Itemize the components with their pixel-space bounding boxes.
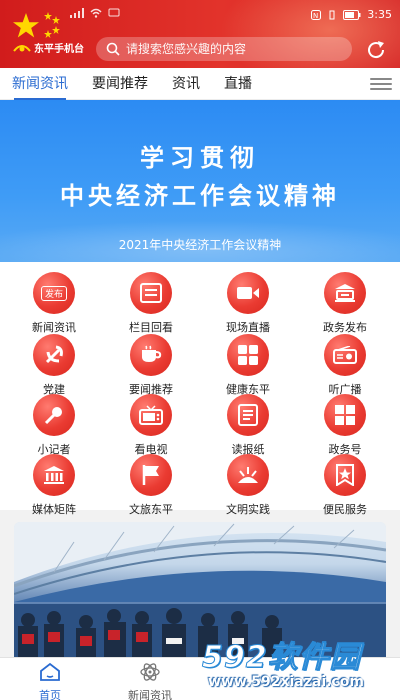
atom-icon [140, 663, 160, 681]
search-input[interactable] [126, 42, 346, 56]
status-time: 3:35 [367, 8, 392, 21]
flag-icon [130, 454, 172, 496]
hero-banner[interactable]: 学习贯彻 中央经济工作会议精神 2021年中央经济工作会议精神 [0, 100, 400, 262]
grid-item-culture-tourism[interactable]: 文旅东平 [111, 450, 191, 516]
nav-home-label: 首页 [39, 689, 61, 700]
wifi-icon [90, 8, 102, 18]
apps-grid-icon [324, 394, 366, 436]
logo-text: 东平手机台 [34, 44, 84, 55]
status-left-icons [70, 8, 120, 18]
grid-item-label: 便民服务 [323, 503, 367, 516]
tv-icon [130, 394, 172, 436]
refresh-icon[interactable] [364, 38, 388, 62]
publish-tag-icon: 发布 [33, 272, 75, 314]
grid-item-civilization[interactable]: 文明实践 [208, 450, 288, 516]
newspaper-icon [227, 394, 269, 436]
vibrate-icon [329, 10, 335, 19]
nav-home[interactable]: 首页 [10, 662, 90, 700]
svg-text:N: N [313, 12, 318, 20]
tab-headlines[interactable]: 要闻推荐 [80, 68, 160, 100]
tab-news[interactable]: 新闻资讯 [0, 68, 80, 100]
column-list-icon [130, 272, 172, 314]
radio-icon [324, 334, 366, 376]
app-screen: N 3:35 东平手机台 新闻资讯 [0, 0, 400, 700]
stadium-roof-image [14, 522, 386, 602]
message-icon [108, 8, 120, 17]
sunburst-icon [227, 454, 269, 496]
grid-item-news[interactable]: 发布 新闻资讯 [14, 268, 94, 334]
government-building-icon [324, 272, 366, 314]
banner-title-line2: 中央经济工作会议精神 [60, 182, 340, 210]
nav-news-label: 新闻资讯 [128, 689, 172, 700]
status-right: N 3:35 [311, 8, 392, 21]
grid-item-gov-account[interactable]: 政务号 [305, 390, 385, 456]
grid-item-label: 媒体矩阵 [32, 503, 76, 516]
star-badge-icon [324, 454, 366, 496]
microphone-icon [33, 394, 75, 436]
grid-item-live[interactable]: 现场直播 [208, 268, 288, 334]
cup-icon [130, 334, 172, 376]
grid-item-headlines[interactable]: 要闻推荐 [111, 330, 191, 396]
category-tabs: 新闻资讯 要闻推荐 资讯 直播 [0, 68, 400, 100]
search-icon [106, 42, 120, 56]
signal-icon [70, 8, 84, 18]
video-camera-icon [227, 272, 269, 314]
tab-live[interactable]: 直播 [212, 68, 264, 100]
grid-item-label: 文明实践 [226, 503, 270, 516]
grid-item-party[interactable]: 党建 [14, 330, 94, 396]
institution-icon [33, 454, 75, 496]
grid-item-media-matrix[interactable]: 媒体矩阵 [14, 450, 94, 516]
app-logo: 东平手机台 [12, 40, 84, 55]
grid-item-gov-release[interactable]: 政务发布 [305, 268, 385, 334]
grid-item-health[interactable]: 健康东平 [208, 330, 288, 396]
banner-caption: 2021年中央经济工作会议精神 [118, 238, 282, 252]
grid-item-reporter[interactable]: 小记者 [14, 390, 94, 456]
grid-item-tv[interactable]: 看电视 [111, 390, 191, 456]
feature-grid: 发布 新闻资讯 栏目回看 现场直播 政务发布 党建 要闻推荐 健康东平 听广播 … [0, 262, 400, 516]
big-star-icon [13, 13, 39, 38]
grid-item-newspaper[interactable]: 读报纸 [208, 390, 288, 456]
grid-item-radio[interactable]: 听广播 [305, 330, 385, 396]
site-watermark: 592软件园 www.592xiazai.com [196, 632, 396, 694]
grid-item-convenience[interactable]: 便民服务 [305, 450, 385, 516]
party-emblem-icon [33, 334, 75, 376]
hamburger-menu-icon[interactable] [370, 75, 392, 93]
logo-mark-icon [13, 44, 31, 52]
home-icon [40, 662, 60, 681]
tab-info[interactable]: 资讯 [160, 68, 212, 100]
grid-item-label: 文旅东平 [129, 503, 173, 516]
nfc-icon: N [311, 9, 322, 20]
health-grid-icon [227, 334, 269, 376]
grid-item-column-review[interactable]: 栏目回看 [111, 268, 191, 334]
publish-tag-text: 发布 [40, 285, 67, 301]
battery-icon [343, 9, 361, 20]
app-header: N 3:35 东平手机台 [0, 0, 400, 68]
search-bar[interactable] [96, 37, 352, 61]
nav-news[interactable]: 新闻资讯 [110, 662, 190, 700]
watermark-brand: 592软件园 [202, 640, 361, 676]
small-stars-icon [44, 12, 60, 38]
banner-title-line1: 学习贯彻 [140, 144, 260, 172]
watermark-url: www.592xiazai.com [208, 674, 364, 690]
